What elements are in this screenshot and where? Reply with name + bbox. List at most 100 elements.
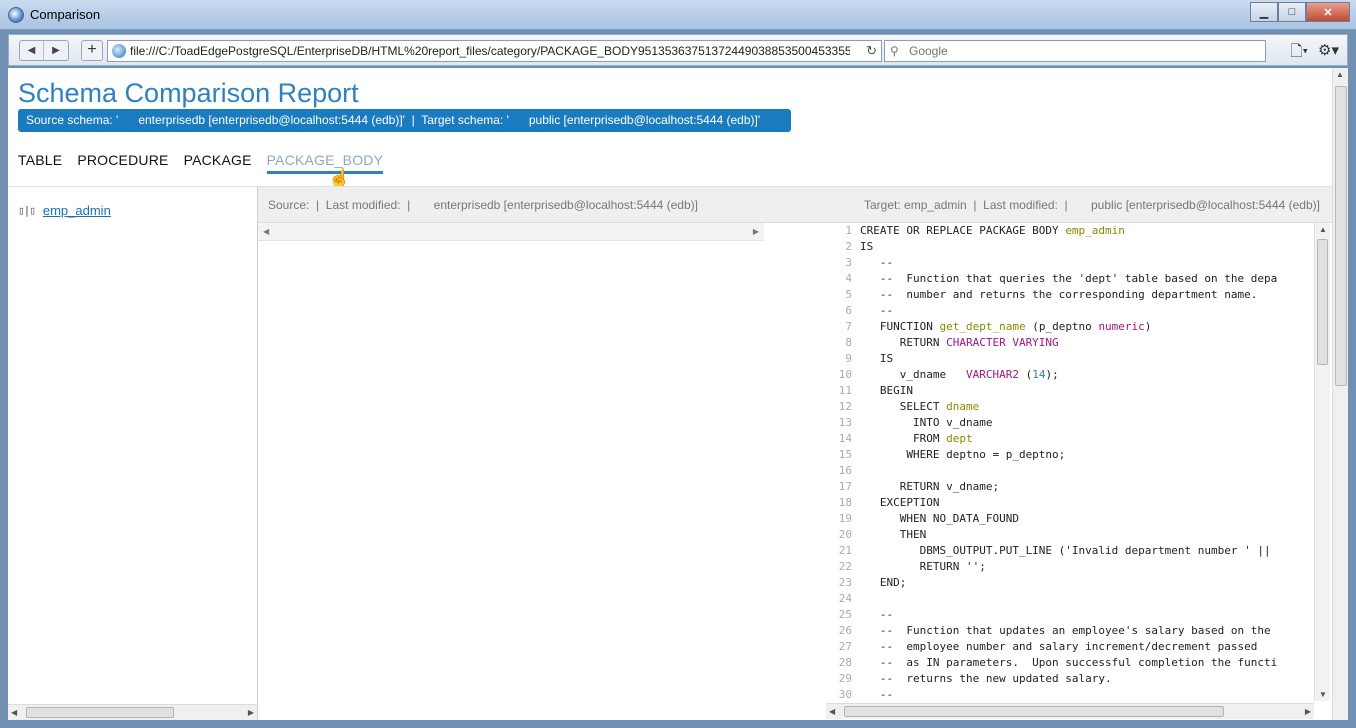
scroll-up-icon[interactable]: ▲ [1319, 225, 1327, 234]
back-button[interactable]: ◀ [20, 41, 44, 60]
search-input[interactable] [909, 43, 1249, 59]
code-line: 13 INTO v_dname [836, 415, 1314, 431]
code-text: -- employee number and salary increment/… [860, 640, 1258, 653]
line-number: 5 [845, 288, 852, 301]
new-tab-button[interactable]: + [81, 40, 103, 61]
scroll-right-icon[interactable]: ▶ [248, 708, 254, 717]
code-line: 6 -- [836, 303, 1314, 319]
code-line: 4 -- Function that queries the 'dept' ta… [836, 271, 1314, 287]
minimize-button[interactable]: ▁ [1250, 2, 1278, 22]
line-number: 29 [838, 672, 852, 685]
code-line: 28 -- as IN parameters. Upon successful … [836, 655, 1314, 671]
search-box[interactable]: ⚲ [884, 40, 1266, 62]
code-text: WHERE deptno = p_deptno; [860, 448, 1066, 461]
history-buttons: ◀ ▶ [19, 40, 69, 61]
code-line: 17 RETURN v_dname; [836, 479, 1314, 495]
close-button[interactable]: ✕ [1306, 2, 1350, 22]
code-text: -- returns the new updated salary. [860, 672, 1112, 685]
compare-header: Source: | Last modified: | enterprisedb … [258, 187, 1332, 223]
code-text: EXCEPTION [860, 496, 940, 509]
scroll-left-icon[interactable]: ◀ [263, 227, 269, 236]
line-number: 28 [838, 656, 852, 669]
scroll-down-icon[interactable]: ▼ [1319, 690, 1327, 699]
code-text: -- as IN parameters. Upon successful com… [860, 656, 1278, 669]
code-line: 10 v_dname VARCHAR2 (14); [836, 367, 1314, 383]
code-line: 14 FROM dept [836, 431, 1314, 447]
browser-tools: 🗋▾ ⚙▾ [1290, 41, 1339, 66]
search-icon[interactable]: ⚲ [890, 44, 899, 58]
browser-logo-icon [8, 7, 24, 23]
reload-icon[interactable]: ↻ [866, 43, 877, 59]
navigation-toolbar: ◀ ▶ + file:///C:/ToadEdgePostgreSQL/Ente… [8, 34, 1348, 66]
scroll-thumb[interactable] [1317, 239, 1328, 365]
window-titlebar: Comparison ▁ □ ✕ [0, 0, 1356, 30]
scroll-up-icon[interactable]: ▲ [1336, 70, 1344, 79]
tab-package[interactable]: PACKAGE [184, 152, 252, 174]
tab-table[interactable]: TABLE [18, 152, 62, 174]
code-line: 8 RETURN CHARACTER VARYING [836, 335, 1314, 351]
scroll-thumb[interactable] [1335, 86, 1347, 386]
code-line: 21 DBMS_OUTPUT.PUT_LINE ('Invalid depart… [836, 543, 1314, 559]
forward-button[interactable]: ▶ [44, 41, 68, 60]
code-text: IS [860, 240, 874, 253]
code-line: 16 [836, 463, 1314, 479]
gear-icon[interactable]: ⚙▾ [1318, 41, 1339, 66]
code-line: 27 -- employee number and salary increme… [836, 639, 1314, 655]
line-number: 21 [838, 544, 852, 557]
line-number: 6 [845, 304, 852, 317]
code-vertical-scrollbar[interactable]: ▲ ▼ [1314, 223, 1330, 701]
tree-horizontal-scrollbar[interactable]: ◀ ▶ [8, 704, 257, 720]
page-vertical-scrollbar[interactable]: ▲ [1332, 68, 1348, 720]
source-horizontal-scrollbar[interactable]: ◀ ▶ [258, 223, 764, 241]
line-number: 20 [838, 528, 852, 541]
object-tree-pane: ▯|▯ emp_admin ◀ ▶ [8, 187, 258, 720]
code-text: END; [860, 576, 907, 589]
code-text: v_dname VARCHAR2 (14); [860, 368, 1059, 381]
package-icon: ▯|▯ [18, 204, 36, 217]
tree-item[interactable]: ▯|▯ emp_admin [18, 203, 111, 218]
maximize-button[interactable]: □ [1278, 2, 1306, 22]
code-line: 26 -- Function that updates an employee'… [836, 623, 1314, 639]
scroll-right-icon[interactable]: ▶ [1305, 707, 1311, 716]
code-text: BEGIN [860, 384, 913, 397]
tab-procedure[interactable]: PROCEDURE [77, 152, 168, 174]
schema-info-bar: Source schema: ' enterprisedb [enterpris… [18, 109, 791, 132]
target-code-panel[interactable]: 1 CREATE OR REPLACE PACKAGE BODY emp_admi… [836, 223, 1314, 701]
scroll-left-icon[interactable]: ◀ [829, 707, 835, 716]
line-number: 14 [838, 432, 852, 445]
line-number: 26 [838, 624, 852, 637]
address-bar[interactable]: file:///C:/ToadEdgePostgreSQL/Enterprise… [107, 40, 882, 62]
code-text: -- Function that queries the 'dept' tabl… [860, 272, 1278, 285]
code-line: 7 FUNCTION get_dept_name (p_deptno numer… [836, 319, 1314, 335]
code-text: FROM dept [860, 432, 973, 445]
code-horizontal-scrollbar[interactable]: ◀ ▶ [826, 703, 1314, 719]
line-number: 27 [838, 640, 852, 653]
code-text: SELECT dname [860, 400, 980, 413]
code-text: RETURN ''; [860, 560, 986, 573]
line-number: 19 [838, 512, 852, 525]
page-title: Schema Comparison Report [18, 78, 359, 108]
scroll-right-icon[interactable]: ▶ [753, 227, 759, 236]
page-menu-icon[interactable]: 🗋▾ [1290, 41, 1308, 66]
code-line: 20 THEN [836, 527, 1314, 543]
code-text: -- [860, 608, 894, 621]
line-number: 17 [838, 480, 852, 493]
window-title: Comparison [30, 7, 101, 22]
line-number: 24 [838, 592, 852, 605]
scroll-thumb[interactable] [844, 706, 1224, 717]
scroll-left-icon[interactable]: ◀ [11, 708, 17, 717]
code-line: 30 -- [836, 687, 1314, 701]
tree-item-link[interactable]: emp_admin [43, 203, 111, 218]
code-text: CREATE OR REPLACE PACKAGE BODY emp_admin [860, 224, 1125, 237]
code-text: WHEN NO_DATA_FOUND [860, 512, 1019, 525]
line-number: 12 [838, 400, 852, 413]
address-url[interactable]: file:///C:/ToadEdgePostgreSQL/Enterprise… [130, 44, 850, 58]
code-line: 9 IS [836, 351, 1314, 367]
code-text: THEN [860, 528, 927, 541]
code-text: INTO v_dname [860, 416, 993, 429]
tab-package-body[interactable]: PACKAGE_BODY [266, 152, 384, 174]
code-text: -- [860, 688, 894, 701]
scroll-thumb[interactable] [26, 707, 174, 718]
code-line: 11 BEGIN [836, 383, 1314, 399]
code-text: -- [860, 304, 894, 317]
